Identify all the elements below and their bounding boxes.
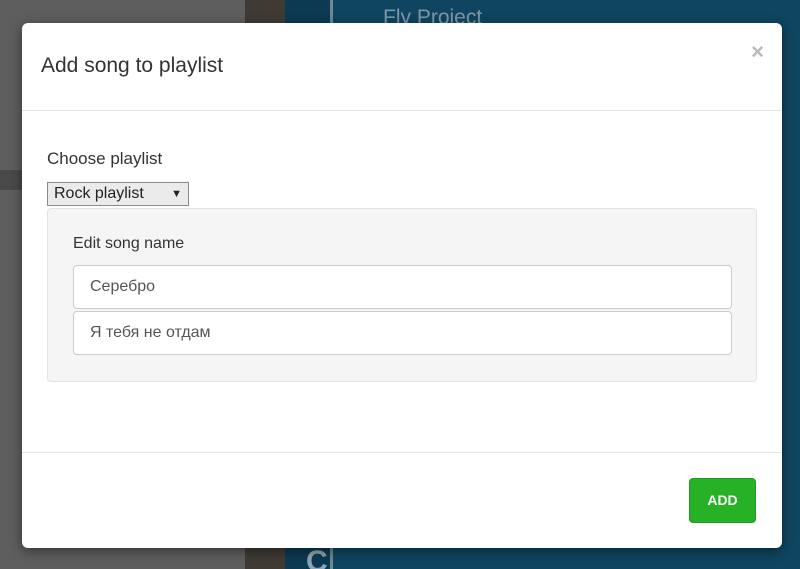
modal-footer: ADD: [22, 452, 782, 548]
choose-playlist-label: Choose playlist: [47, 149, 163, 168]
modal-header: Add song to playlist ×: [22, 23, 782, 111]
background-section-letter: C: [306, 545, 328, 569]
modal-title: Add song to playlist: [41, 54, 224, 77]
chevron-down-icon: ▼: [171, 188, 182, 200]
add-song-modal: Add song to playlist × Choose playlist R…: [22, 23, 782, 548]
modal-body: Choose playlist Rock playlist ▼ Edit son…: [22, 111, 782, 452]
close-icon[interactable]: ×: [751, 41, 764, 63]
playlist-select-value: Rock playlist: [54, 185, 144, 202]
add-button[interactable]: ADD: [689, 478, 756, 523]
edit-song-name-label: Edit song name: [73, 235, 185, 252]
playlist-select[interactable]: Rock playlist ▼: [47, 182, 189, 206]
song-edit-panel: Edit song name Серебро Я тебя не отдам: [47, 208, 757, 382]
artist-name-input[interactable]: Серебро: [73, 265, 732, 309]
song-title-input[interactable]: Я тебя не отдам: [73, 311, 732, 355]
